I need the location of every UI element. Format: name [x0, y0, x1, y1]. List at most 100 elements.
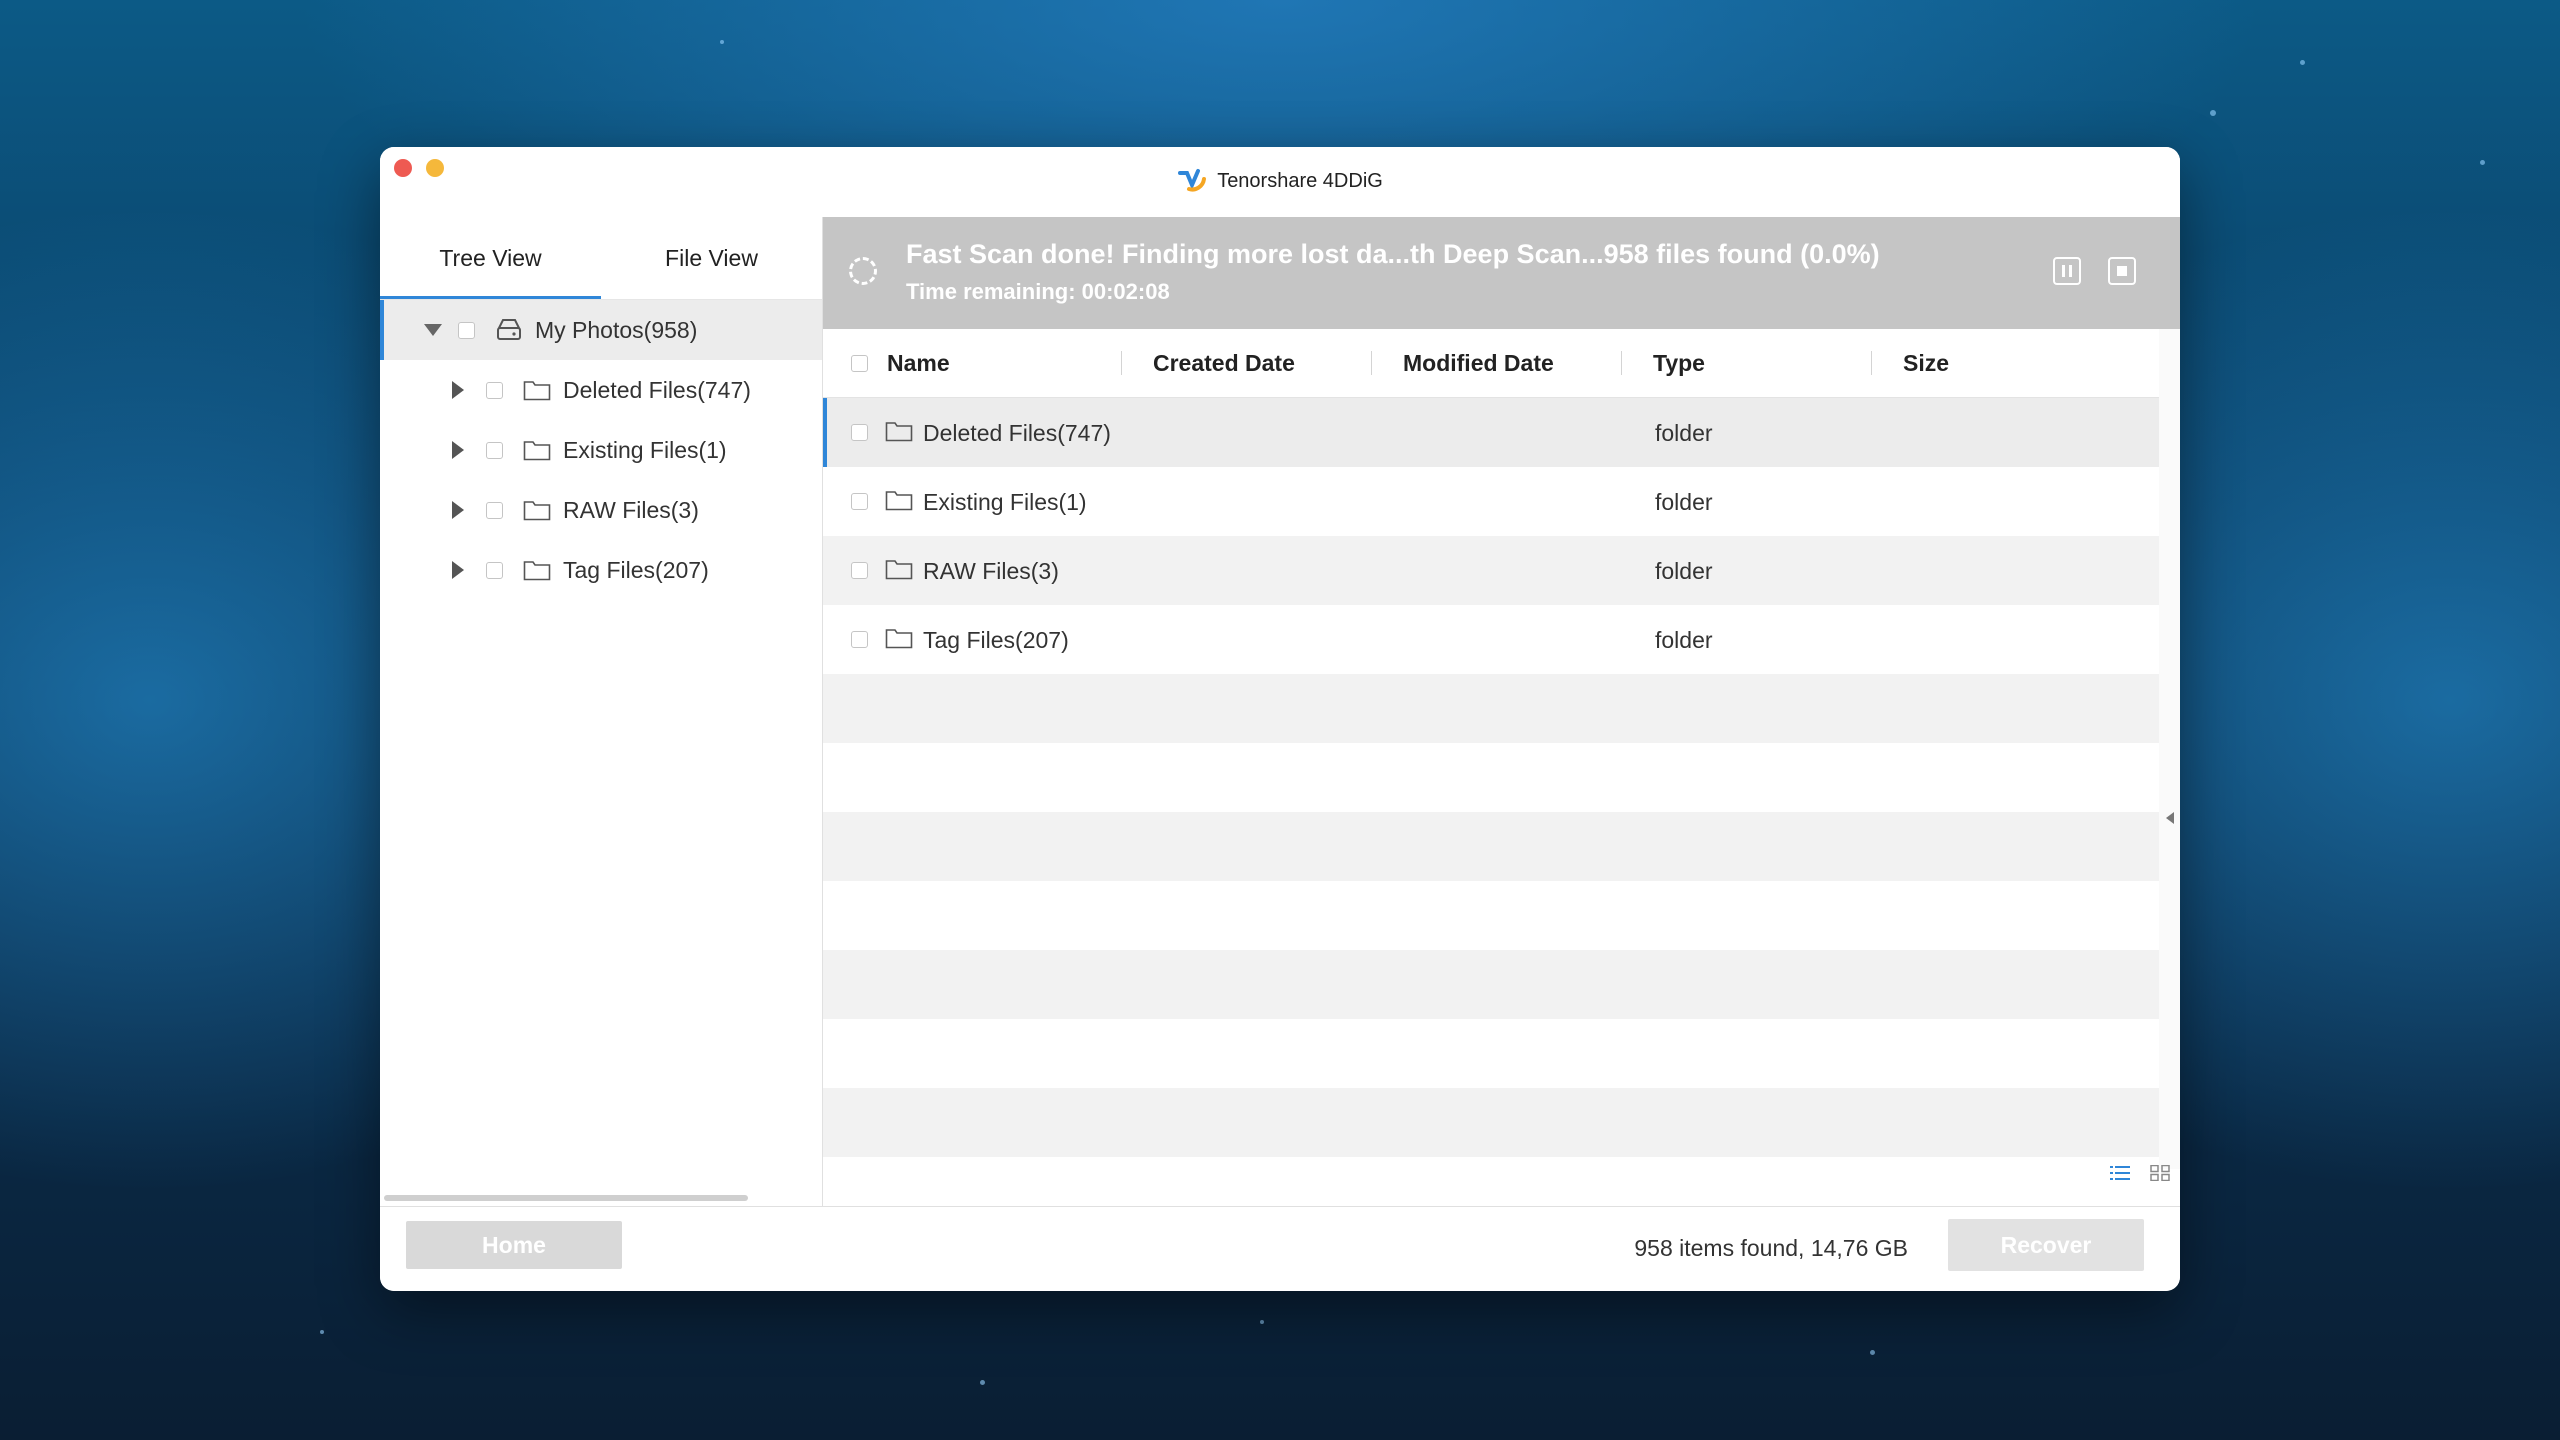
background-particle: [720, 40, 724, 44]
column-divider[interactable]: [1371, 351, 1372, 375]
column-divider[interactable]: [1871, 351, 1872, 375]
app-title: Tenorshare 4DDiG: [380, 167, 2180, 195]
table-row[interactable]: Tag Files(207) folder: [823, 605, 2159, 674]
app-window: Tenorshare 4DDiG Tree View File View My …: [380, 147, 2180, 1291]
column-header-type[interactable]: Type: [1653, 329, 1705, 397]
row-name: Existing Files(1): [923, 489, 1087, 515]
stop-scan-button[interactable]: [2108, 257, 2136, 285]
column-divider[interactable]: [1121, 351, 1122, 375]
row-checkbox[interactable]: [851, 631, 868, 648]
tree-item-raw-files[interactable]: RAW Files(3): [380, 480, 822, 540]
tab-file-view[interactable]: File View: [601, 217, 822, 299]
row-name: RAW Files(3): [923, 558, 1059, 584]
expand-arrow-icon[interactable]: [452, 381, 464, 399]
empty-row: [823, 1019, 2159, 1088]
scan-status-title: Fast Scan done! Finding more lost da...t…: [906, 239, 1880, 269]
tree-item-label: Tag Files(207): [563, 556, 709, 583]
tree-item-label: Deleted Files(747): [563, 376, 751, 403]
view-mode-toggle: [2110, 1165, 2170, 1181]
title-bar: Tenorshare 4DDiG: [380, 147, 2180, 218]
column-header-modified-date[interactable]: Modified Date: [1403, 329, 1554, 397]
pause-scan-button[interactable]: [2053, 257, 2081, 285]
row-checkbox[interactable]: [851, 493, 868, 510]
background-particle: [1870, 1350, 1875, 1355]
vertical-scrollbar[interactable]: [2159, 329, 2180, 1169]
row-type: folder: [1655, 558, 1713, 584]
background-particle: [1260, 1320, 1264, 1324]
tree-checkbox[interactable]: [486, 441, 503, 459]
items-found-summary: 958 items found, 14,76 GB: [1634, 1235, 1908, 1261]
background-particle: [2480, 160, 2485, 165]
app-title-text: Tenorshare 4DDiG: [1217, 169, 1383, 192]
row-type: folder: [1655, 627, 1713, 653]
tree-root-my-photos[interactable]: My Photos(958): [380, 300, 822, 360]
background-particle: [2210, 110, 2216, 116]
row-type: folder: [1655, 489, 1713, 515]
pause-icon: [2062, 265, 2072, 277]
table-row[interactable]: Deleted Files(747) folder: [823, 398, 2159, 467]
tree-item-existing-files[interactable]: Existing Files(1): [380, 420, 822, 480]
empty-row: [823, 1088, 2159, 1157]
collapse-preview-arrow-icon[interactable]: [2166, 812, 2174, 824]
expand-arrow-icon[interactable]: [452, 501, 464, 519]
row-name: Deleted Files(747): [923, 420, 1111, 446]
tree-checkbox[interactable]: [486, 501, 503, 519]
drive-icon: [497, 319, 521, 340]
tree-root-label: My Photos(958): [535, 316, 698, 343]
app-logo-icon: [1178, 169, 1207, 192]
scan-status-bar: Fast Scan done! Finding more lost da...t…: [823, 217, 2180, 329]
row-type: folder: [1655, 420, 1713, 446]
file-list: Name Created Date Modified Date Type Siz…: [823, 329, 2159, 1169]
table-row[interactable]: RAW Files(3) folder: [823, 536, 2159, 605]
column-header-name[interactable]: Name: [887, 329, 950, 397]
column-header-created-date[interactable]: Created Date: [1153, 329, 1295, 397]
tree-checkbox[interactable]: [458, 321, 475, 339]
tree-item-tag-files[interactable]: Tag Files(207): [380, 540, 822, 600]
folder-icon: [885, 560, 913, 580]
column-header-size[interactable]: Size: [1903, 329, 1949, 397]
background-particle: [320, 1330, 324, 1334]
folder-icon: [523, 501, 551, 521]
row-checkbox[interactable]: [851, 562, 868, 579]
tree-item-label: RAW Files(3): [563, 496, 699, 523]
tree-checkbox[interactable]: [486, 561, 503, 579]
view-tabs: Tree View File View: [380, 217, 822, 300]
folder-icon: [885, 422, 913, 442]
loading-spinner-icon: [849, 257, 877, 285]
expand-arrow-icon[interactable]: [452, 441, 464, 459]
folder-icon: [885, 491, 913, 511]
tree-item-label: Existing Files(1): [563, 436, 727, 463]
table-header: Name Created Date Modified Date Type Siz…: [823, 329, 2159, 398]
footer-bar: Home 958 items found, 14,76 GB Recover: [380, 1206, 2180, 1291]
main-panel: Fast Scan done! Finding more lost da...t…: [823, 217, 2180, 1207]
empty-row: [823, 674, 2159, 743]
table-row[interactable]: Existing Files(1) folder: [823, 467, 2159, 536]
folder-icon: [523, 441, 551, 461]
stop-icon: [2117, 266, 2127, 276]
folder-icon: [523, 381, 551, 401]
expand-arrow-icon[interactable]: [452, 561, 464, 579]
row-name: Tag Files(207): [923, 627, 1069, 653]
collapse-arrow-icon[interactable]: [424, 324, 442, 336]
tab-tree-view[interactable]: Tree View: [380, 217, 601, 299]
folder-icon: [885, 629, 913, 649]
scan-time-remaining: Time remaining: 00:02:08: [906, 279, 1170, 304]
select-all-checkbox[interactable]: [851, 355, 868, 372]
background-particle: [2300, 60, 2305, 65]
empty-row: [823, 881, 2159, 950]
sidebar: Tree View File View My Photos(958) Delet…: [380, 217, 823, 1207]
empty-row: [823, 812, 2159, 881]
home-button[interactable]: Home: [406, 1221, 622, 1269]
tree-item-deleted-files[interactable]: Deleted Files(747): [380, 360, 822, 420]
grid-view-icon[interactable]: [2150, 1165, 2170, 1181]
empty-row: [823, 950, 2159, 1019]
row-checkbox[interactable]: [851, 424, 868, 441]
column-divider[interactable]: [1621, 351, 1622, 375]
empty-row: [823, 743, 2159, 812]
recover-button[interactable]: Recover: [1948, 1219, 2144, 1271]
sidebar-horizontal-scrollbar[interactable]: [384, 1195, 748, 1201]
tree-checkbox[interactable]: [486, 381, 503, 399]
list-view-icon[interactable]: [2110, 1165, 2130, 1181]
background-particle: [980, 1380, 985, 1385]
folder-icon: [523, 561, 551, 581]
